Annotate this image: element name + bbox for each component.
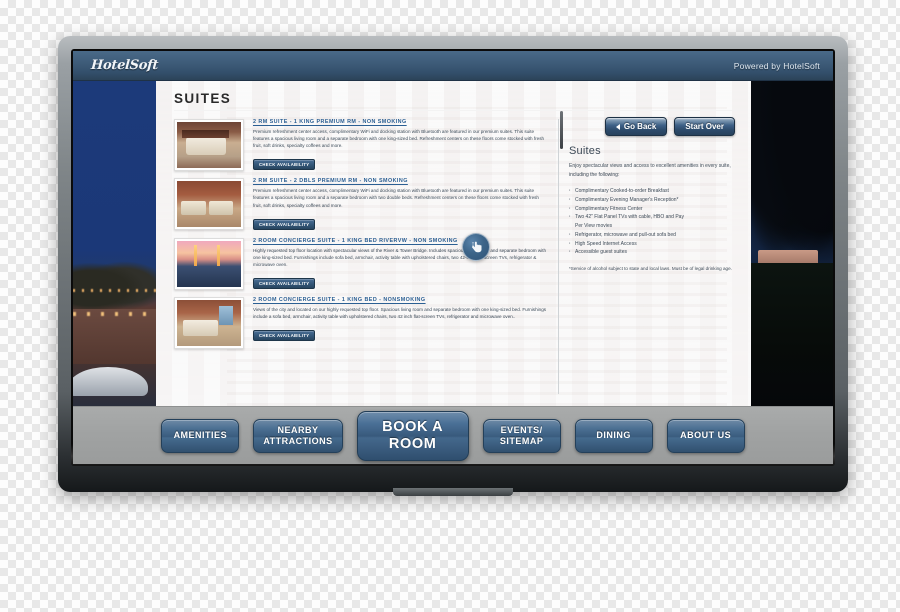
trees-silhouette [73,256,156,309]
nav-button-amenities[interactable]: AMENITIES [161,418,240,453]
nav-button-dining[interactable]: DINING [574,418,653,453]
suite-info: 2 ROOM CONCIERGE SUITE - 1 KING BED - NO… [253,297,548,349]
kiosk-screen: HotelSoft Powered by HotelSoft SUITES 2 … [73,51,833,464]
list-item[interactable]: 2 RM SUITE - 1 KING PREMIUM RM - NON SMO… [174,119,548,171]
boat-shape [73,367,148,397]
amenity-item: High Speed Internet Access [569,240,735,249]
suite-info: 2 ROOM CONCIERGE SUITE - 1 KING BED RIVE… [253,238,548,290]
hotelsoft-logo[interactable]: HotelSoft [90,58,158,73]
page-title: SUITES [174,91,232,106]
suite-name-link[interactable]: 2 RM SUITE - 2 DBLS PREMIUM RM - NON SMO… [253,178,548,184]
double-beds-photo [177,181,241,228]
list-item[interactable]: 2 ROOM CONCIERGE SUITE - 1 KING BED - NO… [174,296,548,349]
amenity-item: Complimentary Cooked-to-order Breakfast [569,187,735,196]
powered-by-label: Powered by HotelSoft [733,60,820,71]
info-panel-intro: Enjoy spectacular views and access to ex… [569,163,731,178]
scrollbar-thumb[interactable] [560,111,563,149]
suite-list: 2 RM SUITE - 1 KING PREMIUM RM - NON SMO… [174,119,554,400]
suite-thumbnail[interactable] [174,119,244,171]
suite-description: Highly requested top floor location with… [253,247,547,267]
suite-name-link[interactable]: 2 ROOM CONCIERGE SUITE - 1 KING BED - NO… [253,297,548,303]
suite-thumbnail[interactable] [174,237,244,290]
page-title-row: SUITES [174,91,737,119]
amenities-list: Complimentary Cooked-to-order Breakfast … [569,187,735,257]
content-columns: 2 RM SUITE - 1 KING PREMIUM RM - NON SMO… [174,119,737,400]
suite-info: 2 RM SUITE - 2 DBLS PREMIUM RM - NON SMO… [253,178,548,230]
nav-button-events-sitemap[interactable]: EVENTS/SITEMAP [482,418,561,453]
check-availability-button[interactable]: CHECK AVAILABILITY [253,218,316,230]
nav-button-about-us[interactable]: ABOUT US [666,418,745,453]
nav-button-nearby-attractions[interactable]: NEARBY ATTRACTIONS [253,418,343,453]
pointing-hand-icon [462,233,490,261]
title-divider [174,110,737,111]
column-divider [558,119,559,394]
list-item[interactable]: 2 ROOM CONCIERGE SUITE - 1 KING BED RIVE… [174,237,548,290]
app-header: HotelSoft Powered by HotelSoft [73,51,833,81]
go-back-button[interactable]: Go Back [604,117,668,136]
string-lights [73,289,156,292]
suite-name-link[interactable]: 2 RM SUITE - 1 KING PREMIUM RM - NON SMO… [253,119,548,125]
bottom-nav-bar: AMENITIES NEARBY ATTRACTIONS BOOK A ROOM E… [73,406,833,464]
right-decorative-photo [751,81,833,406]
left-decorative-photo [73,81,156,406]
amenity-item: Complimentary Evening Manager's Receptio… [569,196,735,205]
amenity-item: Refrigerator, microwave and pull-out sof… [569,231,735,240]
amenity-item: Accessible guest suites [569,248,735,257]
suite-info: 2 RM SUITE - 1 KING PREMIUM RM - NON SMO… [253,119,548,171]
king-suite-window-photo [177,299,241,346]
monitor-base [393,488,513,496]
suite-info-panel: Suites Enjoy spectacular views and acces… [569,119,737,400]
riverview-sunset-photo [177,240,241,287]
nav-button-book-a-room[interactable]: BOOK A ROOM [356,410,469,461]
back-arrow-icon [615,123,620,130]
patio-lamps [73,311,156,316]
monitor-frame: HotelSoft Powered by HotelSoft SUITES 2 … [58,36,848,496]
suite-description: Views of the city and located on our hig… [253,306,547,320]
start-over-button[interactable]: Start Over [674,117,735,136]
suite-name-link[interactable]: 2 ROOM CONCIERGE SUITE - 1 KING BED RIVE… [253,238,548,244]
amenity-item: Two 42" Flat Panel TVs with cable, HBO a… [569,213,735,222]
check-availability-button[interactable]: CHECK AVAILABILITY [253,330,316,342]
suite-thumbnail[interactable] [174,296,244,349]
top-action-buttons: Go Back Start Over [604,117,735,136]
start-over-label: Start Over [685,122,724,131]
check-availability-button[interactable]: CHECK AVAILABILITY [253,277,316,289]
brick-wall [73,308,156,364]
app-body: SUITES 2 RM SUITE - 1 KING PREMIUM RM - … [73,81,833,406]
info-panel-footnote: *Service of alcohol subject to state and… [569,266,732,271]
suite-description: Premium refreshment center access, compl… [253,129,545,149]
monitor-bezel: HotelSoft Powered by HotelSoft SUITES 2 … [71,49,835,466]
check-availability-button[interactable]: CHECK AVAILABILITY [253,159,316,171]
go-back-label: Go Back [623,122,657,131]
suite-thumbnail[interactable] [174,178,244,231]
info-panel-heading: Suites [569,145,601,157]
list-item[interactable]: 2 RM SUITE - 2 DBLS PREMIUM RM - NON SMO… [174,178,548,231]
amenity-item-continuation: Per View movies [575,223,613,229]
dark-hillside [751,263,833,406]
suite-description: Premium refreshment center access, compl… [253,188,539,208]
amenity-item: Complimentary Fitness Center [569,205,735,214]
king-suite-photo [177,122,241,168]
